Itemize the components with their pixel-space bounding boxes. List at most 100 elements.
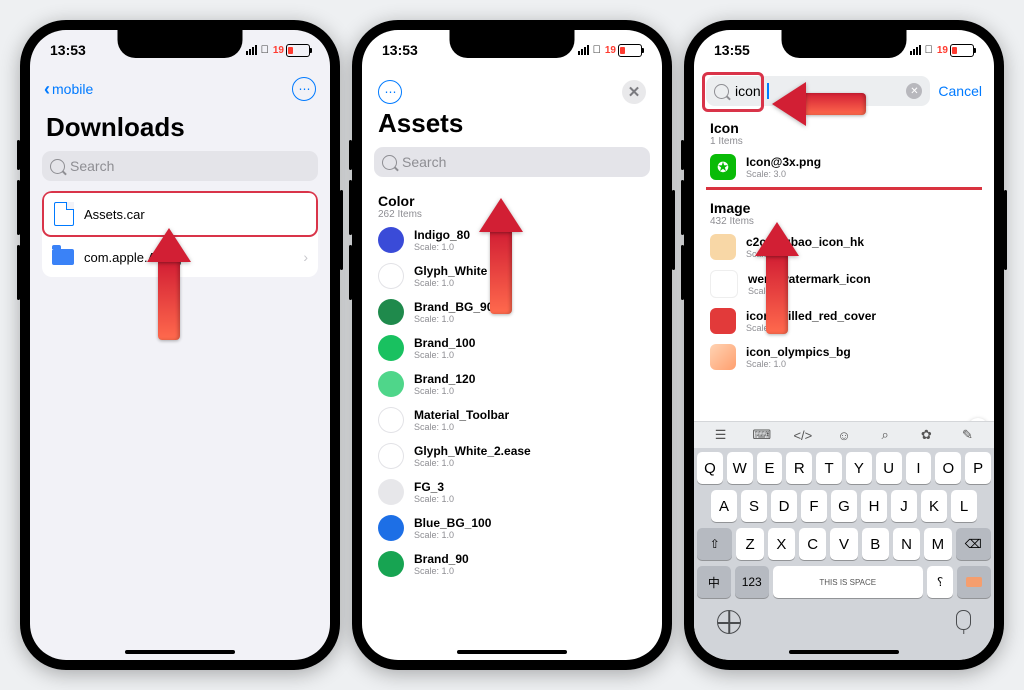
key-delete[interactable]: ⌫	[956, 528, 991, 560]
result-item[interactable]: c2c_h gbao_icon_hkScale: 1.0	[704, 229, 984, 265]
page-title: Assets	[362, 108, 662, 147]
search-icon	[714, 84, 729, 99]
key-h[interactable]: H	[861, 490, 887, 522]
home-indicator[interactable]	[457, 650, 567, 654]
more-menu-button[interactable]: ⋯	[378, 80, 402, 104]
key-m[interactable]: M	[924, 528, 951, 560]
key-c[interactable]: C	[799, 528, 826, 560]
key-t[interactable]: T	[816, 452, 842, 484]
battery-percent: 19	[273, 45, 284, 56]
result-item[interactable]: icons_filled_red_coverScale: 1.0	[704, 303, 984, 339]
key-p[interactable]: P	[965, 452, 991, 484]
key-comma[interactable]: ⸮	[927, 566, 953, 598]
result-thumb	[710, 308, 736, 334]
asset-item[interactable]: Brand_120Scale: 1.0	[372, 366, 652, 402]
key-q[interactable]: Q	[697, 452, 723, 484]
ellipsis-icon: ⋯	[385, 85, 396, 99]
close-icon: ✕	[628, 83, 641, 101]
key-g[interactable]: G	[831, 490, 857, 522]
globe-icon[interactable]	[717, 610, 741, 634]
more-menu-button[interactable]: ⋯	[292, 77, 316, 101]
search-input[interactable]: Search	[42, 151, 318, 181]
back-button[interactable]: ‹ mobile	[44, 79, 93, 100]
search-input[interactable]: icon ✕	[706, 76, 930, 106]
folder-row-airdrop[interactable]: com.apple.Air rop ›	[42, 237, 318, 277]
home-indicator[interactable]	[789, 650, 899, 654]
screen-1: 13:53 􀙇 19 ‹ mobile ⋯ Downloads	[30, 30, 330, 660]
clock: 13:55	[714, 42, 750, 58]
asset-item[interactable]: Brand_90Scale: 1.0	[372, 546, 652, 582]
kbd-tool-icon[interactable]: ☺	[833, 426, 855, 444]
nav-bar: ‹ mobile ⋯	[30, 70, 330, 108]
keyboard-suggestion-bar[interactable]: ☰ ⌨ </> ☺ ⌕ ✿ ✎	[694, 421, 994, 448]
key-k[interactable]: K	[921, 490, 947, 522]
search-input[interactable]: Search	[374, 147, 650, 177]
result-item[interactable]: weru watermark_iconScale: 1.0	[704, 265, 984, 303]
wifi-icon: 􀙇	[925, 44, 933, 56]
phone-frame-1: 13:53 􀙇 19 ‹ mobile ⋯ Downloads	[20, 20, 340, 670]
section-title: Image	[710, 200, 978, 216]
key-language[interactable]: 中	[697, 566, 731, 598]
clock: 13:53	[50, 42, 86, 58]
key-r[interactable]: R	[786, 452, 812, 484]
asset-name: Material_Toolbar	[414, 408, 509, 422]
battery-icon	[950, 44, 974, 57]
asset-item[interactable]: Glyph_WhiteScale: 1.0	[372, 258, 652, 294]
kbd-tool-icon[interactable]: ✿	[915, 426, 937, 444]
result-scale: Scale: 1.0	[746, 359, 851, 369]
key-y[interactable]: Y	[846, 452, 872, 484]
color-swatch	[378, 407, 404, 433]
close-button[interactable]: ✕	[622, 80, 646, 104]
asset-name: Indigo_80	[414, 228, 470, 242]
key-return[interactable]	[957, 566, 991, 598]
file-name: Assets.car	[84, 207, 145, 222]
home-indicator[interactable]	[125, 650, 235, 654]
key-e[interactable]: E	[757, 452, 783, 484]
asset-item[interactable]: Brand_BG_90Scale: 1.0	[372, 294, 652, 330]
kbd-tool-icon[interactable]: ⌨	[751, 426, 773, 444]
cancel-button[interactable]: Cancel	[938, 83, 982, 99]
key-n[interactable]: N	[893, 528, 920, 560]
key-l[interactable]: L	[951, 490, 977, 522]
asset-scale: Scale: 1.0	[414, 278, 487, 288]
key-s[interactable]: S	[741, 490, 767, 522]
asset-item[interactable]: Blue_BG_100Scale: 1.0	[372, 510, 652, 546]
result-name: icon_olympics_bg	[746, 345, 851, 359]
result-item[interactable]: icon_olympics_bgScale: 1.0	[704, 339, 984, 375]
color-swatch	[378, 515, 404, 541]
kbd-tool-icon[interactable]: ☰	[710, 426, 732, 444]
asset-item[interactable]: Glyph_White_2.easeScale: 1.0	[372, 438, 652, 474]
asset-item[interactable]: Brand_100Scale: 1.0	[372, 330, 652, 366]
signal-icon	[578, 45, 589, 55]
key-d[interactable]: D	[771, 490, 797, 522]
key-space[interactable]: THIS IS SPACE	[773, 566, 923, 598]
key-shift[interactable]: ⇧	[697, 528, 732, 560]
key-a[interactable]: A	[711, 490, 737, 522]
key-u[interactable]: U	[876, 452, 902, 484]
key-o[interactable]: O	[935, 452, 961, 484]
key-z[interactable]: Z	[736, 528, 763, 560]
file-row-assets-car[interactable]: Assets.car	[42, 191, 318, 237]
asset-item[interactable]: FG_3Scale: 1.0	[372, 474, 652, 510]
result-item[interactable]: ✪ Icon@3x.png Scale: 3.0	[704, 149, 984, 185]
key-i[interactable]: I	[906, 452, 932, 484]
search-placeholder: Search	[402, 154, 446, 170]
key-x[interactable]: X	[768, 528, 795, 560]
kbd-tool-icon[interactable]: ⌕	[874, 426, 896, 444]
asset-scale: Scale: 1.0	[414, 386, 475, 396]
key-w[interactable]: W	[727, 452, 753, 484]
kbd-tool-icon[interactable]: ✎	[956, 426, 978, 444]
key-numbers[interactable]: 123	[735, 566, 769, 598]
key-b[interactable]: B	[862, 528, 889, 560]
color-swatch	[378, 371, 404, 397]
document-icon	[54, 202, 74, 226]
key-j[interactable]: J	[891, 490, 917, 522]
key-f[interactable]: F	[801, 490, 827, 522]
asset-name: Brand_120	[414, 372, 475, 386]
mic-icon[interactable]	[956, 610, 971, 630]
asset-item[interactable]: Material_ToolbarScale: 1.0	[372, 402, 652, 438]
asset-item[interactable]: Indigo_80Scale: 1.0	[372, 222, 652, 258]
kbd-tool-icon[interactable]: </>	[792, 426, 814, 444]
clear-search-button[interactable]: ✕	[906, 83, 922, 99]
key-v[interactable]: V	[830, 528, 857, 560]
